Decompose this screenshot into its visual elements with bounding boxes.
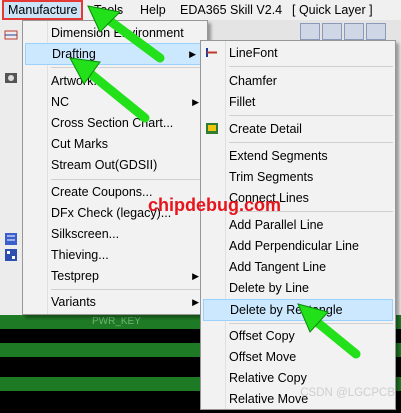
left-icon-strip	[0, 20, 22, 320]
menu-bar: Manufacture Tools Help EDA365 Skill V2.4…	[0, 0, 401, 21]
menu-item-offset-copy[interactable]: Offset Copy	[201, 326, 395, 346]
menu-item-add-perpendicular-line[interactable]: Add Perpendicular Line	[201, 236, 395, 256]
thieving-icon	[5, 249, 17, 261]
menu-item-thieving[interactable]: Thieving...	[23, 245, 207, 265]
submenu-arrow-icon: ▶	[192, 271, 199, 281]
menu-item-cross-section-chart[interactable]: Cross Section Chart...	[23, 113, 207, 133]
linefont-icon	[206, 48, 217, 57]
menu-separator	[51, 179, 205, 180]
menu-item-delete-by-rectangle[interactable]: Delete by Rectangle	[203, 299, 393, 321]
menu-separator	[229, 66, 393, 67]
toolbar-button[interactable]	[366, 23, 386, 40]
dimension-icon	[4, 30, 18, 40]
menu-separator	[229, 115, 393, 116]
menu-separator	[51, 289, 205, 290]
menu-item-silkscreen[interactable]: Silkscreen...	[23, 224, 207, 244]
menu-item-add-parallel-line[interactable]: Add Parallel Line	[201, 215, 395, 235]
menu-item-chamfer[interactable]: Chamfer	[201, 71, 395, 91]
menu-item-add-tangent-line[interactable]: Add Tangent Line	[201, 257, 395, 277]
menu-help[interactable]: Help	[136, 1, 170, 19]
menu-item-offset-move[interactable]: Offset Move	[201, 347, 395, 367]
toolbar-button[interactable]	[344, 23, 364, 40]
menu-separator	[51, 67, 205, 68]
menu-item-stream-out[interactable]: Stream Out(GDSII)	[23, 155, 207, 175]
menu-manufacture[interactable]: Manufacture	[2, 0, 84, 20]
create-detail-icon	[206, 123, 218, 134]
submenu-arrow-icon: ▶	[189, 49, 196, 59]
artwork-icon	[5, 73, 17, 83]
menu-item-delete-by-line[interactable]: Delete by Line	[201, 278, 395, 298]
silkscreen-icon	[5, 233, 17, 245]
menu-item-artwork[interactable]: Artwork...	[23, 71, 207, 91]
manufacture-menu: Dimension Environment Drafting ▶ Artwork.…	[22, 20, 208, 315]
net-label: PWR_KEY	[92, 316, 141, 327]
submenu-arrow-icon: ▶	[192, 97, 199, 107]
menu-item-dimension-environment[interactable]: Dimension Environment	[23, 23, 207, 43]
menu-tools[interactable]: Tools	[90, 1, 127, 19]
menu-eda365-skill[interactable]: EDA365 Skill V2.4	[176, 1, 286, 19]
menu-item-linefont[interactable]: LineFont	[201, 43, 395, 63]
drafting-submenu: LineFont Chamfer Fillet Create Detail Ex…	[200, 40, 396, 410]
menu-separator	[229, 142, 393, 143]
menu-item-trim-segments[interactable]: Trim Segments	[201, 167, 395, 187]
menu-item-nc[interactable]: NC ▶	[23, 92, 207, 112]
menu-separator	[229, 323, 393, 324]
toolbar-button[interactable]	[300, 23, 320, 40]
menu-item-drafting[interactable]: Drafting ▶	[25, 43, 205, 65]
submenu-arrow-icon: ▶	[192, 297, 199, 307]
menu-item-create-detail[interactable]: Create Detail	[201, 119, 395, 139]
menu-quick-layer[interactable]: [ Quick Layer ]	[288, 1, 377, 19]
credit-watermark: CSDN @LGCPCB	[300, 387, 395, 399]
menu-item-fillet[interactable]: Fillet	[201, 92, 395, 112]
toolbar-button[interactable]	[322, 23, 342, 40]
watermark: chipdebug.com	[148, 195, 282, 215]
menu-item-cut-marks[interactable]: Cut Marks	[23, 134, 207, 154]
menu-item-relative-copy[interactable]: Relative Copy	[201, 368, 395, 388]
menu-item-testprep[interactable]: Testprep ▶	[23, 266, 207, 286]
menu-item-extend-segments[interactable]: Extend Segments	[201, 146, 395, 166]
menu-item-variants[interactable]: Variants ▶	[23, 292, 207, 312]
